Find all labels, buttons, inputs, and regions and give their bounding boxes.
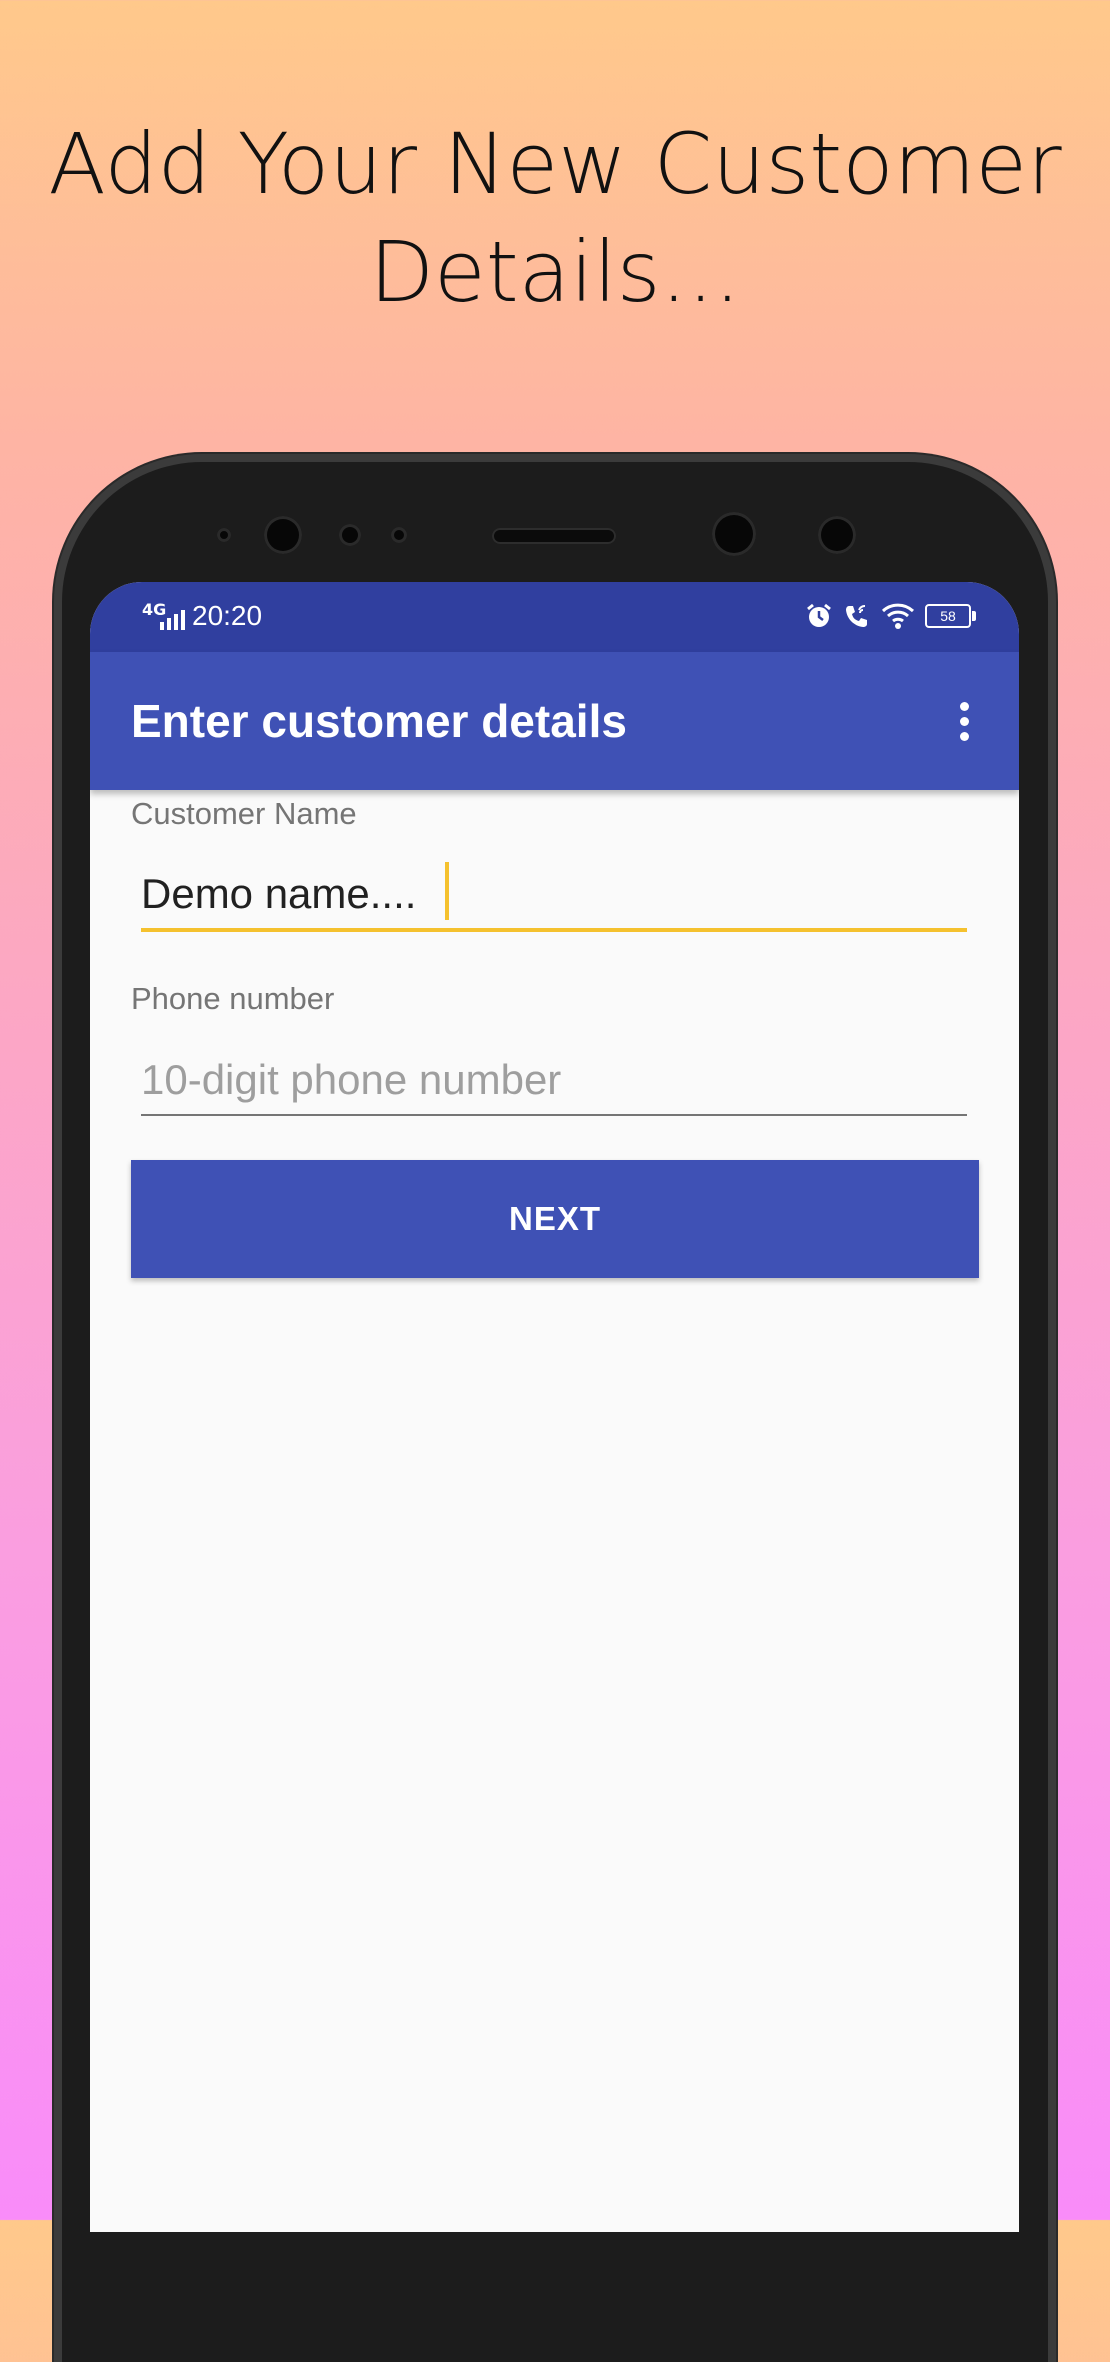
wifi-calling-icon: [846, 605, 867, 627]
proximity-sensor-icon: [217, 528, 231, 542]
signal-icon: [160, 610, 185, 630]
customer-name-label: Customer Name: [131, 796, 357, 831]
phone-number-label: Phone number: [131, 981, 335, 1016]
text-cursor: [445, 862, 449, 920]
secondary-camera-icon: [712, 512, 756, 556]
status-time: 20:20: [192, 600, 263, 631]
iris-sensor-icon: [818, 516, 856, 554]
app-bar: Enter customer details: [90, 652, 1019, 790]
sensor-icon: [339, 524, 361, 546]
headline-line-2: Details...: [369, 223, 741, 321]
customer-name-field[interactable]: [141, 860, 967, 928]
headline-line-1: Add Your New Customer: [48, 115, 1062, 213]
status-bar: 4G 20:20 58: [90, 582, 1019, 652]
more-vert-icon[interactable]: [949, 698, 979, 744]
phone-screen: 4G 20:20 58 Enter customer details Custo…: [90, 582, 1019, 2232]
app-bar-title: Enter customer details: [131, 695, 627, 747]
phone-number-field[interactable]: [141, 1046, 967, 1114]
battery-icon: 58: [925, 604, 976, 628]
phone-number-underline: [141, 1114, 967, 1116]
wifi-icon: [881, 603, 915, 629]
customer-name-underline: [141, 928, 967, 932]
headline: Add Your New Customer Details...: [0, 110, 1110, 326]
sensor-small-icon: [391, 527, 407, 543]
next-button[interactable]: NEXT: [131, 1160, 979, 1278]
earpiece-speaker: [492, 528, 616, 544]
status-icons: 58: [805, 602, 976, 630]
alarm-icon: [807, 603, 831, 627]
front-camera-icon: [264, 516, 302, 554]
